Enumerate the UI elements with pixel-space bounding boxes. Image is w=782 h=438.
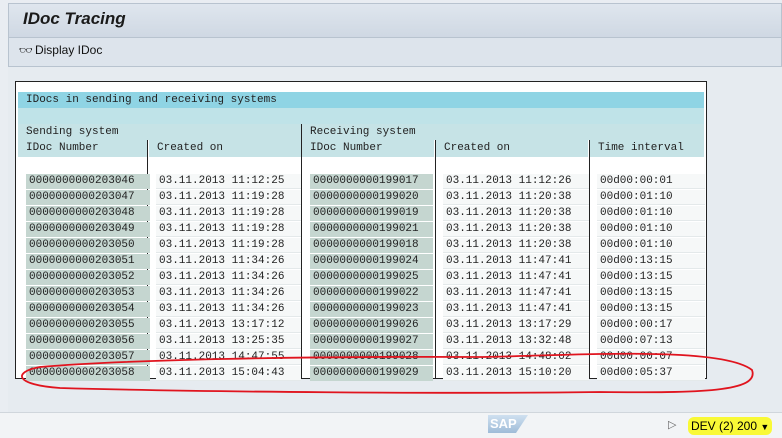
send-created-cell: 03.11.2013 13:17:12 bbox=[156, 318, 301, 333]
idoc-table: IDocs in sending and receiving systems S… bbox=[15, 81, 707, 381]
table-row[interactable]: 0000000000203058 03.11.2013 15:04:43 00000… bbox=[18, 365, 705, 381]
table-row[interactable]: 0000000000203053 03.11.2013 11:34:26 00000… bbox=[18, 285, 705, 301]
col-send-created[interactable]: Created on bbox=[149, 140, 301, 157]
system-label: DEV (2) 200 bbox=[691, 419, 758, 433]
send-created-cell: 03.11.2013 11:19:28 bbox=[156, 190, 301, 205]
recv-idoc-cell[interactable]: 0000000000199020 bbox=[310, 190, 433, 205]
interval-cell: 00d00:00:07 bbox=[597, 350, 705, 365]
title-bar: IDoc Tracing bbox=[8, 3, 782, 37]
recv-idoc-cell[interactable]: 0000000000199022 bbox=[310, 286, 433, 301]
recv-idoc-cell[interactable]: 0000000000199018 bbox=[310, 238, 433, 253]
send-idoc-cell[interactable]: 0000000000203053 bbox=[26, 286, 150, 301]
send-created-cell: 03.11.2013 11:34:26 bbox=[156, 270, 301, 285]
interval-cell: 00d00:01:10 bbox=[597, 206, 705, 221]
col-recv-idoc[interactable]: IDoc Number bbox=[302, 140, 434, 157]
recv-created-cell: 03.11.2013 11:47:41 bbox=[443, 270, 589, 285]
send-created-cell: 03.11.2013 11:34:26 bbox=[156, 254, 301, 269]
recv-idoc-cell[interactable]: 0000000000199027 bbox=[310, 334, 433, 349]
col-interval[interactable]: Time interval bbox=[590, 140, 704, 157]
table-row[interactable]: 0000000000203051 03.11.2013 11:34:26 00000… bbox=[18, 253, 705, 269]
recv-created-cell: 03.11.2013 14:48:02 bbox=[443, 350, 589, 365]
send-idoc-cell[interactable]: 0000000000203054 bbox=[26, 302, 150, 317]
glasses-icon: 👓︎ bbox=[19, 44, 33, 57]
interval-cell: 00d00:07:13 bbox=[597, 334, 705, 349]
recv-created-cell: 03.11.2013 11:20:38 bbox=[443, 190, 589, 205]
send-created-cell: 03.11.2013 11:19:28 bbox=[156, 222, 301, 237]
play-icon[interactable]: ▷ bbox=[668, 418, 676, 431]
toolbar: 👓︎ Display IDoc bbox=[8, 37, 782, 67]
interval-cell: 00d00:13:15 bbox=[597, 302, 705, 317]
status-bar bbox=[0, 412, 782, 438]
interval-cell: 00d00:13:15 bbox=[597, 270, 705, 285]
display-idoc-button[interactable]: 👓︎ Display IDoc bbox=[19, 43, 102, 57]
interval-cell: 00d00:01:10 bbox=[597, 190, 705, 205]
recv-created-cell: 03.11.2013 11:20:38 bbox=[443, 206, 589, 221]
send-idoc-cell[interactable]: 0000000000203048 bbox=[26, 206, 150, 221]
table-row[interactable]: 0000000000203046 03.11.2013 11:12:25 00000… bbox=[18, 173, 705, 189]
interval-cell: 00d00:00:01 bbox=[597, 174, 705, 189]
recv-created-cell: 03.11.2013 11:47:41 bbox=[443, 254, 589, 269]
recv-idoc-cell[interactable]: 0000000000199017 bbox=[310, 174, 433, 189]
table-row[interactable]: 0000000000203050 03.11.2013 11:19:28 00000… bbox=[18, 237, 705, 253]
send-idoc-cell[interactable]: 0000000000203051 bbox=[26, 254, 150, 269]
recv-idoc-cell[interactable]: 0000000000199019 bbox=[310, 206, 433, 221]
display-idoc-label: Display IDoc bbox=[34, 43, 103, 57]
recv-created-cell: 03.11.2013 13:32:48 bbox=[443, 334, 589, 349]
col-recv-created[interactable]: Created on bbox=[436, 140, 588, 157]
send-created-cell: 03.11.2013 11:19:28 bbox=[156, 238, 301, 253]
send-created-cell: 03.11.2013 11:34:26 bbox=[156, 286, 301, 301]
table-row[interactable]: 0000000000203048 03.11.2013 11:19:28 00000… bbox=[18, 205, 705, 221]
interval-cell: 00d00:05:37 bbox=[597, 366, 705, 381]
send-idoc-cell[interactable]: 0000000000203058 bbox=[26, 366, 150, 381]
send-idoc-cell[interactable]: 0000000000203047 bbox=[26, 190, 150, 205]
interval-cell: 00d00:13:15 bbox=[597, 254, 705, 269]
group-sending: Sending system bbox=[18, 124, 301, 140]
window-title: IDoc Tracing bbox=[23, 9, 126, 28]
table-row[interactable]: 0000000000203055 03.11.2013 13:17:12 00000… bbox=[18, 317, 705, 333]
recv-created-cell: 03.11.2013 11:47:41 bbox=[443, 286, 589, 301]
send-created-cell: 03.11.2013 14:47:55 bbox=[156, 350, 301, 365]
recv-created-cell: 03.11.2013 11:12:26 bbox=[443, 174, 589, 189]
send-created-cell: 03.11.2013 13:25:35 bbox=[156, 334, 301, 349]
recv-idoc-cell[interactable]: 0000000000199021 bbox=[310, 222, 433, 237]
col-send-idoc[interactable]: IDoc Number bbox=[18, 140, 147, 157]
interval-cell: 00d00:13:15 bbox=[597, 286, 705, 301]
recv-created-cell: 03.11.2013 13:17:29 bbox=[443, 318, 589, 333]
dropdown-icon: ▼ bbox=[760, 422, 770, 432]
recv-created-cell: 03.11.2013 11:20:38 bbox=[443, 222, 589, 237]
send-created-cell: 03.11.2013 11:19:28 bbox=[156, 206, 301, 221]
table-row[interactable]: 0000000000203057 03.11.2013 14:47:55 00000… bbox=[18, 349, 705, 365]
system-info[interactable]: DEV (2) 200 ▼ bbox=[688, 417, 773, 435]
interval-cell: 00d00:01:10 bbox=[597, 222, 705, 237]
table-row[interactable]: 0000000000203047 03.11.2013 11:19:28 00000… bbox=[18, 189, 705, 205]
send-idoc-cell[interactable]: 0000000000203057 bbox=[26, 350, 150, 365]
recv-idoc-cell[interactable]: 0000000000199024 bbox=[310, 254, 433, 269]
send-created-cell: 03.11.2013 15:04:43 bbox=[156, 366, 301, 381]
table-row[interactable]: 0000000000203049 03.11.2013 11:19:28 00000… bbox=[18, 221, 705, 237]
recv-created-cell: 03.11.2013 11:20:38 bbox=[443, 238, 589, 253]
group-receiving: Receiving system bbox=[302, 124, 704, 140]
recv-idoc-cell[interactable]: 0000000000199026 bbox=[310, 318, 433, 333]
interval-cell: 00d00:00:17 bbox=[597, 318, 705, 333]
send-idoc-cell[interactable]: 0000000000203050 bbox=[26, 238, 150, 253]
send-created-cell: 03.11.2013 11:12:25 bbox=[156, 174, 301, 189]
send-idoc-cell[interactable]: 0000000000203046 bbox=[26, 174, 150, 189]
recv-created-cell: 03.11.2013 15:10:20 bbox=[443, 366, 589, 381]
send-idoc-cell[interactable]: 0000000000203055 bbox=[26, 318, 150, 333]
recv-idoc-cell[interactable]: 0000000000199025 bbox=[310, 270, 433, 285]
table-header: IDocs in sending and receiving systems bbox=[18, 92, 704, 108]
send-idoc-cell[interactable]: 0000000000203056 bbox=[26, 334, 150, 349]
recv-created-cell: 03.11.2013 11:47:41 bbox=[443, 302, 589, 317]
table-row[interactable]: 0000000000203056 03.11.2013 13:25:35 00000… bbox=[18, 333, 705, 349]
recv-idoc-cell[interactable]: 0000000000199023 bbox=[310, 302, 433, 317]
send-idoc-cell[interactable]: 0000000000203052 bbox=[26, 270, 150, 285]
header-spacer bbox=[18, 108, 704, 124]
send-created-cell: 03.11.2013 11:34:26 bbox=[156, 302, 301, 317]
recv-idoc-cell[interactable]: 0000000000199028 bbox=[310, 350, 433, 365]
table-row[interactable]: 0000000000203054 03.11.2013 11:34:26 00000… bbox=[18, 301, 705, 317]
recv-idoc-cell[interactable]: 0000000000199029 bbox=[310, 366, 433, 381]
send-idoc-cell[interactable]: 0000000000203049 bbox=[26, 222, 150, 237]
table-row[interactable]: 0000000000203052 03.11.2013 11:34:26 00000… bbox=[18, 269, 705, 285]
interval-cell: 00d00:01:10 bbox=[597, 238, 705, 253]
